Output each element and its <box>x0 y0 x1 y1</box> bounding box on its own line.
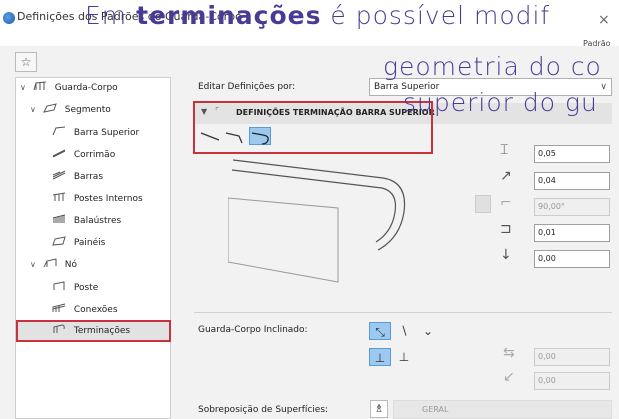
termination-preview-image <box>228 159 406 283</box>
tree-label: Segmento <box>64 105 111 115</box>
favorites-button[interactable]: ☆ <box>15 52 37 72</box>
window-title: Definições dos Padrões do Guarda-Corpo <box>17 10 242 23</box>
tree-item-conexoes[interactable]: Conexões <box>52 301 118 319</box>
tree-item-segmento[interactable]: ∨ Segmento <box>30 101 111 119</box>
inclined-5-icon: ⊥ <box>398 350 410 364</box>
inclined-angle-icon: ↙ <box>503 369 515 385</box>
tree-label: Painéis <box>73 238 106 248</box>
tree-item-poste[interactable]: Poste <box>52 279 98 297</box>
tree-item-postes-internos[interactable]: Postes Internos <box>52 190 143 208</box>
divider <box>194 312 612 313</box>
inclined-3-icon: ⌄ <box>422 324 434 338</box>
top-rail-icon <box>52 126 66 136</box>
default-label: Padrão <box>583 39 611 48</box>
settings-window: Definições dos Padrões do Guarda-Corpo ×… <box>0 0 619 419</box>
tree-label: Postes Internos <box>73 194 143 204</box>
brush-icon[interactable]: ♗ <box>370 400 388 418</box>
tree-label: Balaústres <box>73 216 122 226</box>
rails-icon <box>52 170 66 180</box>
close-icon[interactable]: × <box>598 12 610 28</box>
chevron-down-icon: ∨ <box>600 82 607 92</box>
edit-settings-select[interactable]: Barra Superior ∨ <box>369 78 612 96</box>
length-icon: ⌶ <box>500 142 509 158</box>
tree-item-barras[interactable]: Barras <box>52 168 103 186</box>
star-icon: ☆ <box>20 55 32 69</box>
inclined-angle-field: 0,00 <box>534 372 610 390</box>
angle-field: 90,00° <box>534 198 610 216</box>
drop-icon: ↓ <box>500 247 512 263</box>
angle-icon: ⌐ <box>500 195 512 211</box>
tree-label: Guarda-Corpo <box>54 83 118 93</box>
inclined-length-field: 0,00 <box>534 348 610 366</box>
length-field[interactable]: 0,05 <box>534 145 610 163</box>
radius-icon: ↗ <box>500 168 512 184</box>
railing-icon <box>33 81 46 91</box>
tree-label: Barras <box>73 172 104 182</box>
highlight-box <box>193 101 433 154</box>
tree-item-terminacoes[interactable]: Terminações <box>16 320 171 342</box>
title-bar: Definições dos Padrões do Guarda-Corpo ×… <box>0 0 619 48</box>
inclined-option-2[interactable]: ∖ <box>393 322 415 340</box>
inclined-option-1[interactable]: ⤡ <box>369 322 391 340</box>
tree-label: Nó <box>64 260 77 270</box>
node-icon <box>43 258 57 268</box>
tree-label: Corrimão <box>73 150 116 160</box>
tree-label: Barra Superior <box>73 128 140 138</box>
offset-field[interactable]: 0,01 <box>534 224 610 242</box>
caption-line-2: geometria do co <box>383 52 602 81</box>
chevron-down-icon[interactable]: ∨ <box>30 256 40 274</box>
drop-field[interactable]: 0,00 <box>534 250 610 268</box>
inclined-4-icon: ⊥ <box>374 351 386 365</box>
inclined-option-3[interactable]: ⌄ <box>417 322 439 340</box>
inclined-1-icon: ⤡ <box>375 325 385 339</box>
tree-label: Conexões <box>73 305 118 315</box>
inclined-length-icon: ⇆ <box>503 345 515 361</box>
chevron-down-icon[interactable]: ∨ <box>20 79 30 97</box>
tree-item-no[interactable]: ∨ Nó <box>30 256 77 274</box>
panels-icon <box>52 236 66 246</box>
balusters-icon <box>52 214 66 223</box>
connections-icon <box>52 303 66 312</box>
angle-mode-icon[interactable] <box>475 195 491 213</box>
chevron-down-icon[interactable]: ∨ <box>30 101 40 119</box>
tree-item-barra-superior[interactable]: Barra Superior <box>52 124 139 142</box>
tree-item-guarda-corpo[interactable]: ∨ Guarda-Corpo <box>20 79 118 97</box>
tree-item-balaustres[interactable]: Balaústres <box>52 212 121 230</box>
post-icon <box>53 281 65 290</box>
segment-icon <box>42 103 57 113</box>
inclined-option-5[interactable]: ⊥ <box>393 348 415 366</box>
tree-item-corrimao[interactable]: Corrimão <box>52 146 115 164</box>
surface-override-label: Sobreposição de Superfícies: <box>198 405 329 415</box>
inclined-option-4[interactable]: ⊥ <box>369 348 391 366</box>
app-icon <box>3 12 15 24</box>
offset-icon: ⊐ <box>500 221 512 237</box>
radius-field[interactable]: 0,04 <box>534 172 610 190</box>
tree-label: Poste <box>73 283 99 293</box>
edit-settings-label: Editar Definições por: <box>198 82 296 92</box>
inclined-railing-label: Guarda-Corpo Inclinado: <box>198 325 308 335</box>
inner-posts-icon <box>52 192 66 201</box>
tree-item-paineis[interactable]: Painéis <box>52 234 105 252</box>
inclined-2-icon: ∖ <box>400 324 408 338</box>
settings-tree: ∨ Guarda-Corpo ∨ Segmento Barra Superior… <box>15 77 171 419</box>
surface-override-field[interactable]: GERAL <box>393 400 612 419</box>
tree-label: Terminações <box>73 326 131 336</box>
terminations-icon <box>53 324 65 333</box>
handrail-icon <box>52 149 66 158</box>
select-value: Barra Superior <box>374 82 440 92</box>
